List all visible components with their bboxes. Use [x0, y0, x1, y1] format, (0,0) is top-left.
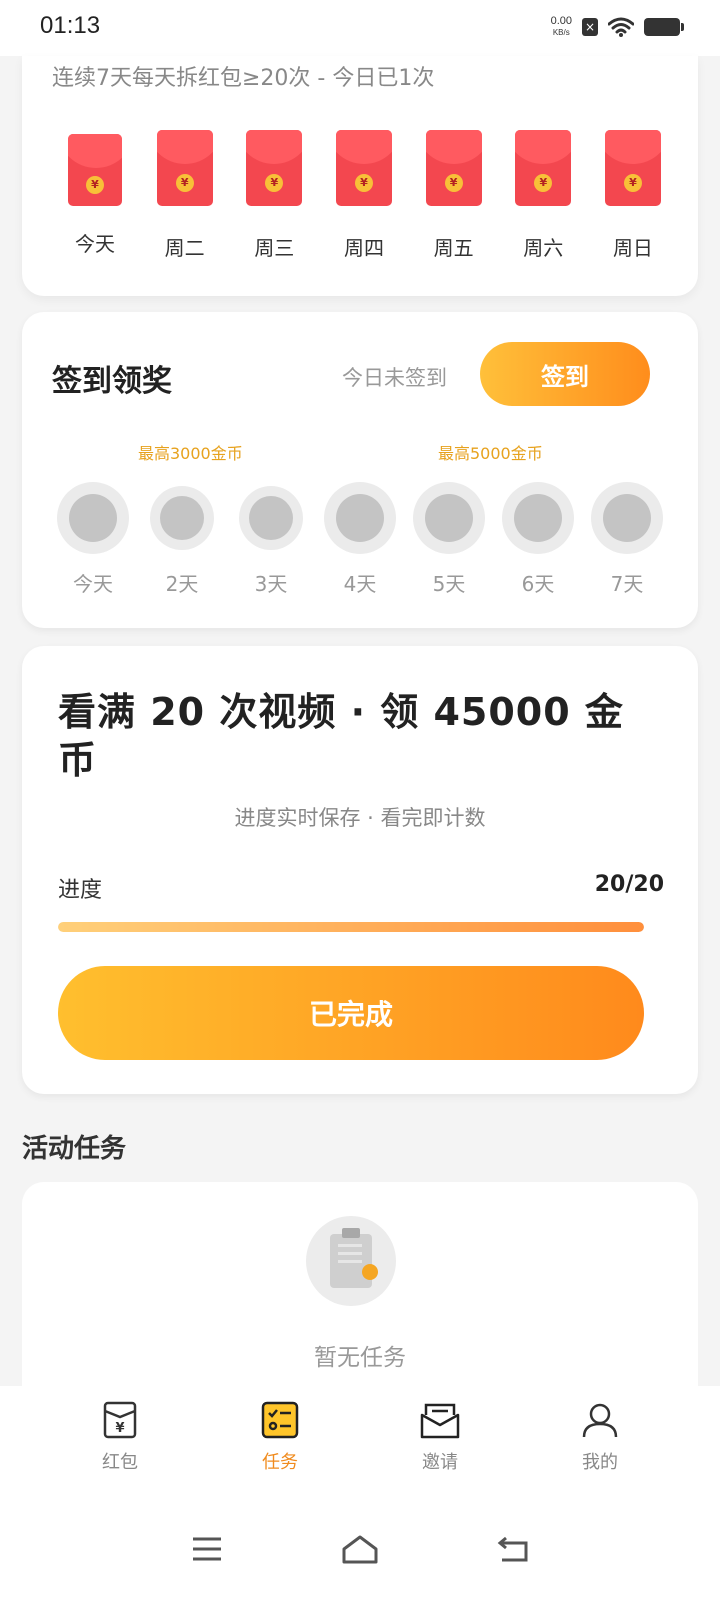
checkin-day-circle [57, 482, 129, 554]
checkin-day-label: 6天 [521, 572, 555, 596]
yuan-coin-icon: ¥ [265, 174, 284, 192]
checkin-button[interactable]: 签到 [480, 342, 650, 406]
checkin-card: 签到领奖 今日未签到 签到 最高3000金币 最高5000金币 今天 2天 3天… [22, 312, 698, 628]
yuan-coin-icon: ¥ [175, 174, 194, 192]
activity-tasks-card: 暂无任务 [22, 1182, 698, 1412]
checkin-day-circle [591, 482, 663, 554]
checkin-day-circle [239, 486, 303, 550]
yuan-coin-icon: ¥ [623, 174, 642, 192]
red-packet-streak-card: 连续7天每天拆红包≥20次 - 今日已1次 ¥ 今天 ¥ 周二 ¥ 周三 ¥ 周… [22, 56, 698, 296]
checkin-day-row: 今天 2天 3天 4天 5天 6天 7天 [22, 482, 698, 597]
network-speed-value: 0.00 [550, 15, 572, 27]
wifi-icon [608, 17, 634, 37]
checkin-title: 签到领奖 [52, 364, 172, 399]
video-task-card: 看满 20 次视频 · 领 45000 金币 进度实时保存 · 看完即计数 进度… [22, 646, 698, 1094]
red-packet-day-label: 周三 [254, 236, 295, 260]
video-task-title: 看满 20 次视频 · 领 45000 金币 [58, 690, 624, 782]
checkin-reward-hint: 最高5000金币 [438, 444, 543, 463]
red-packet-day-label: 周五 [433, 236, 474, 260]
checkin-day-label: 2天 [165, 572, 199, 596]
nav-item-red-packet[interactable]: ¥ 红包 [70, 1386, 170, 1486]
nav-item-invite[interactable]: 邀请 [390, 1386, 490, 1486]
bottom-nav: ¥ 红包 任务 邀请 我的 [0, 1386, 720, 1486]
system-nav-bar [0, 1486, 720, 1612]
red-packet-icon: ¥ [515, 130, 572, 206]
red-packet-icon: ¥ [335, 130, 392, 206]
nav-item-tasks[interactable]: 任务 [230, 1386, 330, 1486]
nav-label: 邀请 [422, 1452, 458, 1473]
yuan-coin-icon: ¥ [534, 174, 553, 192]
red-packet-icon: ¥ [156, 130, 213, 206]
invite-envelope-icon [420, 1400, 460, 1440]
red-packet-icon: ¥ [425, 130, 482, 206]
red-packet-day-label: 今天 [75, 232, 115, 256]
battery-icon [644, 18, 684, 36]
network-speed: 0.00 KB/s [551, 16, 572, 38]
yuan-coin-icon: ¥ [354, 174, 373, 192]
activity-tasks-title: 活动任务 [22, 1134, 127, 1164]
checkin-day-circle [502, 482, 574, 554]
progress-value: 20/20 [594, 872, 664, 897]
back-icon[interactable] [483, 1529, 543, 1569]
sim-off-icon: × [582, 18, 598, 36]
red-packet-day-sun[interactable]: ¥ 周日 [604, 130, 662, 261]
nav-item-profile[interactable]: 我的 [550, 1386, 650, 1486]
status-bar: 01:13 0.00 KB/s × [0, 0, 720, 56]
red-packet-icon: ¥ [100, 1400, 140, 1440]
red-packet-day-row: ¥ 今天 ¥ 周二 ¥ 周三 ¥ 周四 ¥ 周五 ¥ 周六 ¥ 周日 [22, 130, 698, 261]
progress-bar [58, 922, 644, 932]
red-packet-day-thu[interactable]: ¥ 周四 [335, 130, 393, 261]
red-packet-day-label: 周二 [164, 236, 205, 260]
checkin-day-circle [324, 482, 396, 554]
nav-label: 我的 [582, 1452, 618, 1473]
checkin-status: 今日未签到 [342, 366, 447, 390]
checkin-day-2: 2天 [145, 482, 219, 597]
red-packet-day-wed[interactable]: ¥ 周三 [245, 130, 303, 261]
checkin-day-label: 4天 [343, 572, 377, 596]
red-packet-day-label: 周四 [343, 236, 384, 260]
nav-label: 任务 [262, 1452, 298, 1473]
empty-state-text: 暂无任务 [314, 1345, 406, 1371]
progress-bar-fill [58, 922, 644, 932]
checkin-day-label: 3天 [254, 572, 288, 596]
menu-icon[interactable] [177, 1529, 237, 1569]
task-completed-button[interactable]: 已完成 [58, 966, 644, 1060]
task-list-icon [260, 1400, 300, 1440]
red-packet-day-label: 周日 [612, 236, 653, 260]
checkin-day-4: 4天 [323, 482, 397, 597]
red-packet-day-tue[interactable]: ¥ 周二 [156, 130, 214, 261]
red-packet-streak-header: 连续7天每天拆红包≥20次 - 今日已1次 [52, 66, 435, 91]
red-packet-day-sat[interactable]: ¥ 周六 [514, 130, 572, 261]
status-time: 01:13 [40, 12, 101, 39]
red-packet-day-label: 周六 [523, 236, 564, 260]
red-packet-icon: ¥ [68, 134, 122, 206]
video-task-subtitle: 进度实时保存 · 看完即计数 [234, 806, 486, 830]
profile-icon [580, 1400, 620, 1440]
status-icons: 0.00 KB/s × [551, 16, 684, 38]
checkin-day-label: 7天 [610, 572, 644, 596]
checkin-day-7: 7天 [590, 482, 664, 597]
checkin-day-circle [413, 482, 485, 554]
svg-text:¥: ¥ [115, 1421, 124, 1436]
checkin-day-circle [150, 486, 214, 550]
checkin-day-label: 5天 [432, 572, 466, 596]
checkin-reward-hint: 最高3000金币 [138, 444, 243, 463]
nav-label: 红包 [102, 1452, 138, 1473]
red-packet-day-today[interactable]: ¥ 今天 [66, 130, 124, 261]
home-icon[interactable] [330, 1529, 390, 1569]
checkin-day-1: 今天 [56, 482, 130, 597]
red-packet-icon: ¥ [604, 130, 661, 206]
red-packet-day-fri[interactable]: ¥ 周五 [425, 130, 483, 261]
checkin-day-5: 5天 [412, 482, 486, 597]
progress-label: 进度 [58, 878, 103, 903]
network-speed-unit: KB/s [552, 28, 570, 37]
checkin-day-label: 今天 [73, 572, 113, 596]
checkin-day-3: 3天 [234, 482, 308, 597]
yuan-coin-icon: ¥ [444, 174, 463, 192]
yuan-coin-icon: ¥ [86, 176, 104, 194]
checkin-day-6: 6天 [501, 482, 575, 597]
empty-clipboard-icon [306, 1216, 396, 1306]
red-packet-icon: ¥ [246, 130, 303, 206]
